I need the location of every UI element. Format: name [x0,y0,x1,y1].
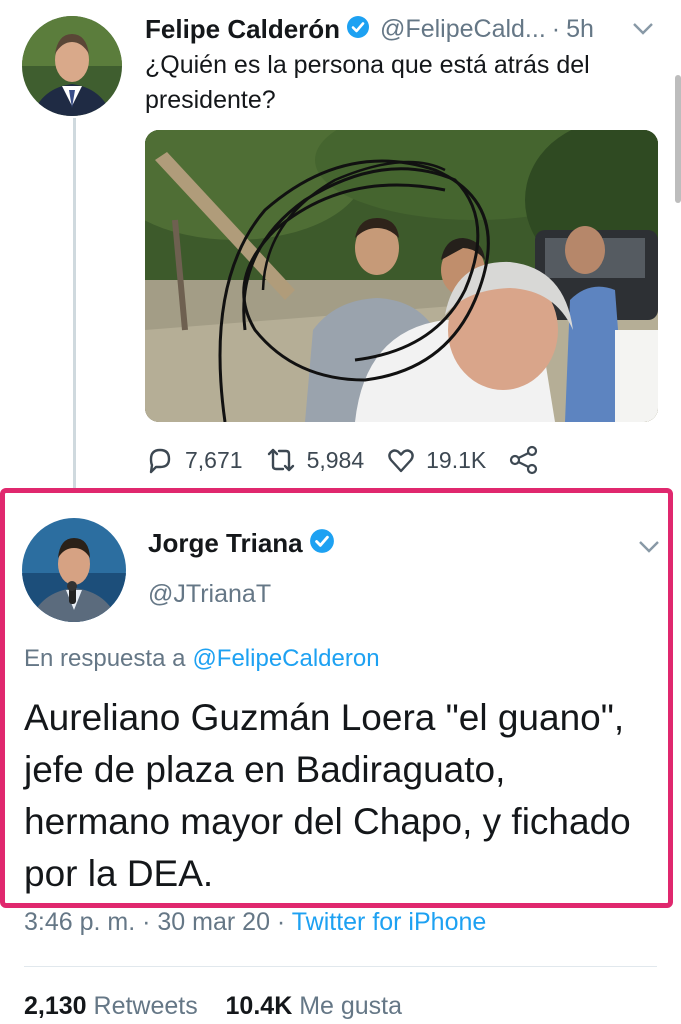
tweet-text: Aureliano Guzmán Loera "el guano", jefe … [24,697,631,894]
tweet-header: Felipe Calderón @FelipeCald... · 5h [145,12,661,46]
author-handle[interactable]: @JTrianaT [148,580,271,609]
author-name[interactable]: Jorge Triana [148,528,303,559]
scrollbar-thumb[interactable] [675,75,681,203]
author-handle[interactable]: @FelipeCald... [380,15,546,44]
likes-stat[interactable]: 10.4K Me gusta [226,992,403,1020]
tweet-actions: 7,671 5,984 19.1K [145,442,572,478]
avatar-jorge-triana[interactable] [22,518,126,622]
retweets-stat[interactable]: 2,130 Retweets [24,992,198,1020]
like-count: 19.1K [426,446,487,473]
chevron-down-icon[interactable] [638,540,660,559]
reply-button[interactable]: 7,671 [145,445,243,475]
reply-context: En respuesta a @FelipeCalderon [24,645,380,673]
tweet-source-link[interactable]: Twitter for iPhone [292,908,487,936]
separator-dot: · [551,14,561,43]
retweet-count: 5,984 [306,446,365,473]
tweet-meta: 3:46 p. m. · 30 mar 20 · Twitter for iPh… [24,908,486,937]
avatar-felipe-calderon[interactable] [22,16,122,116]
divider [24,966,657,967]
separator-dot: · [276,908,286,936]
tweet-time: 3:46 p. m. [24,908,136,936]
tweet-time[interactable]: 5h [566,15,594,44]
verified-badge-icon [309,528,335,559]
retweet-button[interactable]: 5,984 [265,445,365,475]
retweets-label: Retweets [93,992,198,1020]
tweet2-header: Jorge Triana [148,528,335,559]
engagement-stats: 2,130 Retweets 10.4K Me gusta [24,992,402,1021]
reply-to-link[interactable]: @FelipeCalderon [192,645,379,672]
share-icon [510,445,538,475]
likes-count: 10.4K [225,992,293,1020]
tweet-photo[interactable] [145,130,658,422]
reply-prefix: En respuesta a [24,645,186,672]
chevron-down-icon[interactable] [632,22,654,41]
tweet-text: ¿Quién es la persona que está atrás del … [145,51,590,114]
like-button[interactable]: 19.1K [386,445,486,475]
tweet-date: 30 mar 20 [157,908,270,936]
reply-count: 7,671 [185,446,243,473]
retweets-count: 2,130 [24,992,87,1020]
like-icon [388,449,414,473]
likes-label: Me gusta [299,992,403,1020]
share-button[interactable] [508,445,550,475]
thread-connector-line [73,118,76,490]
separator-dot: · [142,908,151,936]
retweet-icon [267,448,294,472]
verified-badge-icon [346,15,370,44]
reply-icon [149,448,171,474]
author-name[interactable]: Felipe Calderón [145,14,340,45]
